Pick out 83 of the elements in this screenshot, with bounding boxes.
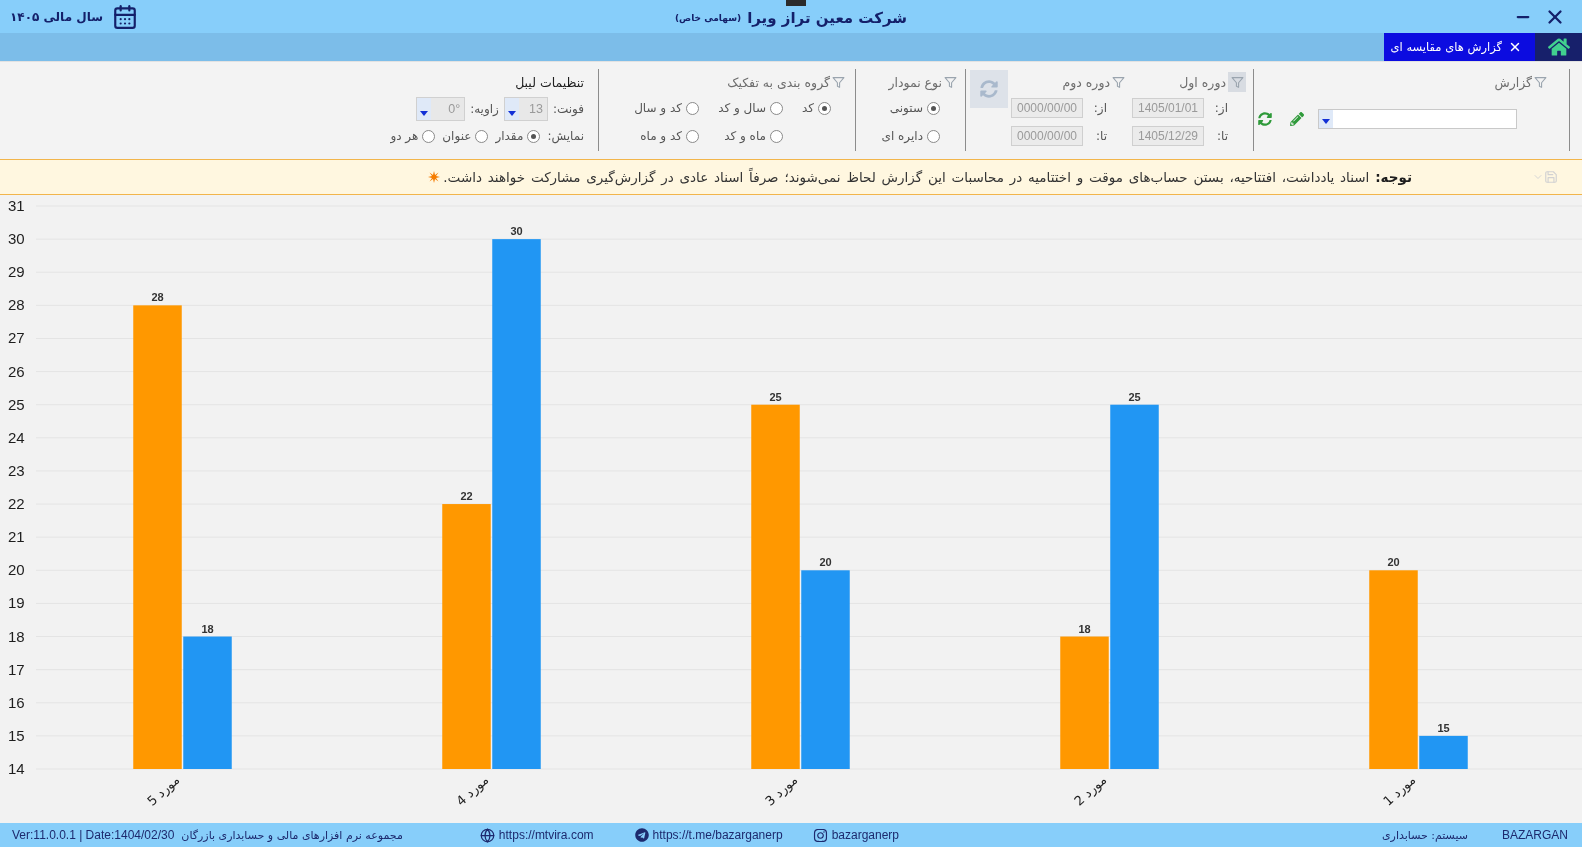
bar-value-label: 20 [1387, 556, 1400, 569]
font-label: فونت: [552, 102, 584, 116]
axis-tick-label: 16 [8, 693, 25, 711]
bar-value-label: 20 [819, 556, 832, 569]
section-title: نوع نمودار [888, 74, 942, 90]
product-label: مجموعه نرم افزارهای مالی و حسابداری بازرگان [181, 828, 403, 842]
radio-option[interactable]: عنوان [442, 126, 489, 146]
filter-icon[interactable] [944, 75, 957, 89]
category-label: مورد 2 [1071, 772, 1110, 809]
telegram-link[interactable]: https://t.me/bazarganerp [652, 828, 783, 842]
calendar-icon[interactable] [111, 3, 138, 30]
bar-value-label: 18 [201, 622, 214, 635]
axis-tick-label: 14 [8, 760, 25, 777]
radio-option[interactable]: کد و سال [615, 98, 699, 118]
axis-tick-label: 31 [8, 197, 25, 214]
bar-value-label: 28 [151, 291, 164, 304]
star-icon [428, 171, 441, 183]
category-label: مورد 4 [453, 772, 492, 809]
close-icon[interactable] [1508, 40, 1522, 54]
section-title: دوره دوم [1062, 74, 1110, 90]
company-name: شرکت معین تراز ویرا [747, 8, 908, 27]
company-type-label: (سهامی خاص) [674, 12, 742, 23]
category-label: مورد 1 [1380, 772, 1419, 809]
instagram-icon [812, 827, 828, 843]
radio-option[interactable]: کد [783, 98, 831, 118]
axis-tick-label: 15 [8, 726, 25, 744]
instagram-link[interactable]: bazarganerp [831, 828, 899, 842]
section-title: گزارش [1494, 74, 1532, 90]
from-label: از: [1213, 101, 1228, 115]
bar-value-label: 15 [1437, 721, 1450, 734]
section-title: دوره اول [1179, 74, 1226, 90]
bar-value-label: 25 [769, 390, 782, 403]
axis-tick-label: 17 [8, 660, 25, 678]
bar-value-label: 30 [510, 225, 523, 238]
website-link[interactable]: https://mtvira.com [498, 828, 594, 842]
axis-tick-label: 21 [8, 528, 25, 546]
window-grip [786, 0, 806, 6]
globe-icon [479, 827, 495, 843]
category-label: مورد 5 [144, 772, 183, 809]
radio-option[interactable]: مقدار [495, 126, 541, 146]
angle-label: زاویه: [470, 102, 499, 116]
brand-label: BAZARGAN [1502, 828, 1568, 842]
axis-tick-label: 25 [8, 395, 25, 413]
bar-value-label: 25 [1128, 390, 1141, 403]
to-label: تا: [1094, 129, 1107, 143]
axis-tick-label: 27 [8, 329, 25, 347]
version-label: Ver:11.0.0.1 | Date:1404/02/30 [12, 828, 175, 842]
bar-value-label: 18 [1078, 622, 1091, 635]
pencil-icon[interactable] [1290, 112, 1304, 126]
notice-text: توجه: اسناد یادداشت، افتتاحیه، بستن حساب‌های موقت و اختتامیه در محاسبات این گزارش لحاظ نمی‌شوند؛ صرفاً اسناد عادی در گزارش‌گیری مشارکت خواهند داشت. [443, 169, 1412, 185]
bar-value-label: 22 [460, 490, 473, 503]
home-icon [1547, 36, 1570, 58]
fiscal-year-label: سال مالی ۱۴۰۵ [10, 9, 103, 24]
radio-option[interactable]: سال و کد [699, 98, 783, 118]
radio-option[interactable]: ماه و کد [699, 126, 783, 146]
section-title: گروه بندی به تفکیک [727, 74, 830, 90]
tab[interactable]: گزارش های مقایسه ای [1383, 33, 1535, 61]
axis-tick-label: 24 [8, 428, 25, 446]
system-label: سیستم: حسابداری [1382, 828, 1468, 842]
category-label: مورد 3 [762, 772, 801, 809]
filter-icon[interactable] [832, 75, 845, 89]
radio-option[interactable]: ستونی [856, 98, 940, 118]
radio-option[interactable]: هر دو [390, 126, 436, 146]
axis-tick-label: 23 [8, 461, 25, 479]
display-label: نمایش: [547, 129, 584, 143]
axis-tick-label: 26 [8, 362, 25, 380]
axis-tick-label: 28 [8, 296, 25, 314]
from-label: از: [1092, 101, 1107, 115]
axis-tick-label: 18 [8, 627, 25, 645]
axis-tick-label: 20 [8, 561, 25, 579]
refresh-icon [980, 80, 998, 98]
filter-icon[interactable] [1534, 75, 1547, 89]
axis-tick-label: 29 [8, 263, 25, 281]
home-button[interactable] [1535, 33, 1582, 61]
section-title: تنظیمات لیبل [515, 74, 584, 90]
axis-tick-label: 30 [8, 230, 25, 248]
radio-option[interactable]: کد و ماه [615, 126, 699, 146]
axis-tick-label: 19 [8, 594, 25, 612]
axis-tick-label: 22 [8, 495, 25, 513]
to-label: تا: [1215, 129, 1228, 143]
radio-option[interactable]: دایره ای [856, 126, 940, 146]
telegram-icon [634, 828, 649, 842]
refresh-icon[interactable] [1258, 112, 1272, 126]
